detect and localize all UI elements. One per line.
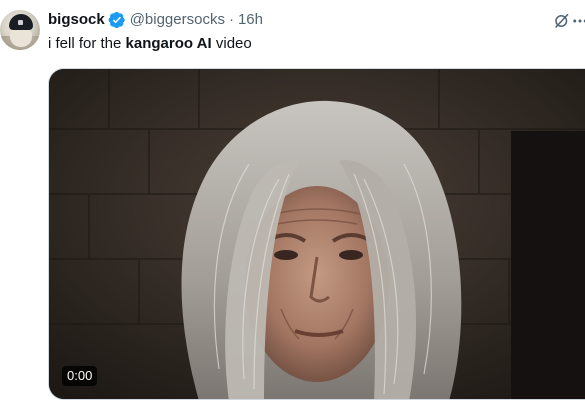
grok-icon[interactable] [552, 11, 572, 31]
video-frame [49, 69, 585, 399]
more-icon[interactable] [570, 11, 585, 31]
tweet[interactable]: bigsock @biggersocks · 16h i fell for th… [0, 0, 585, 404]
verified-badge-icon [108, 11, 126, 29]
display-name[interactable]: bigsock [48, 10, 105, 30]
tweet-text: i fell for the kangaroo AI video [48, 34, 252, 54]
timestamp-link[interactable]: 16h [238, 10, 263, 30]
avatar[interactable] [0, 10, 40, 50]
handle[interactable]: @biggersocks [130, 10, 225, 30]
avatar-face [10, 27, 32, 47]
separator-dot: · [228, 11, 234, 28]
tweet-header: bigsock @biggersocks · 16h [48, 10, 263, 30]
video-player[interactable]: 0:00 [48, 68, 585, 400]
video-timestamp: 0:00 [62, 366, 98, 386]
avatar-hat [9, 14, 33, 30]
tweet-text-start: i fell for the [48, 35, 126, 52]
tweet-text-end: video [211, 35, 252, 52]
tweet-text-bold: kangaroo AI [125, 35, 212, 52]
